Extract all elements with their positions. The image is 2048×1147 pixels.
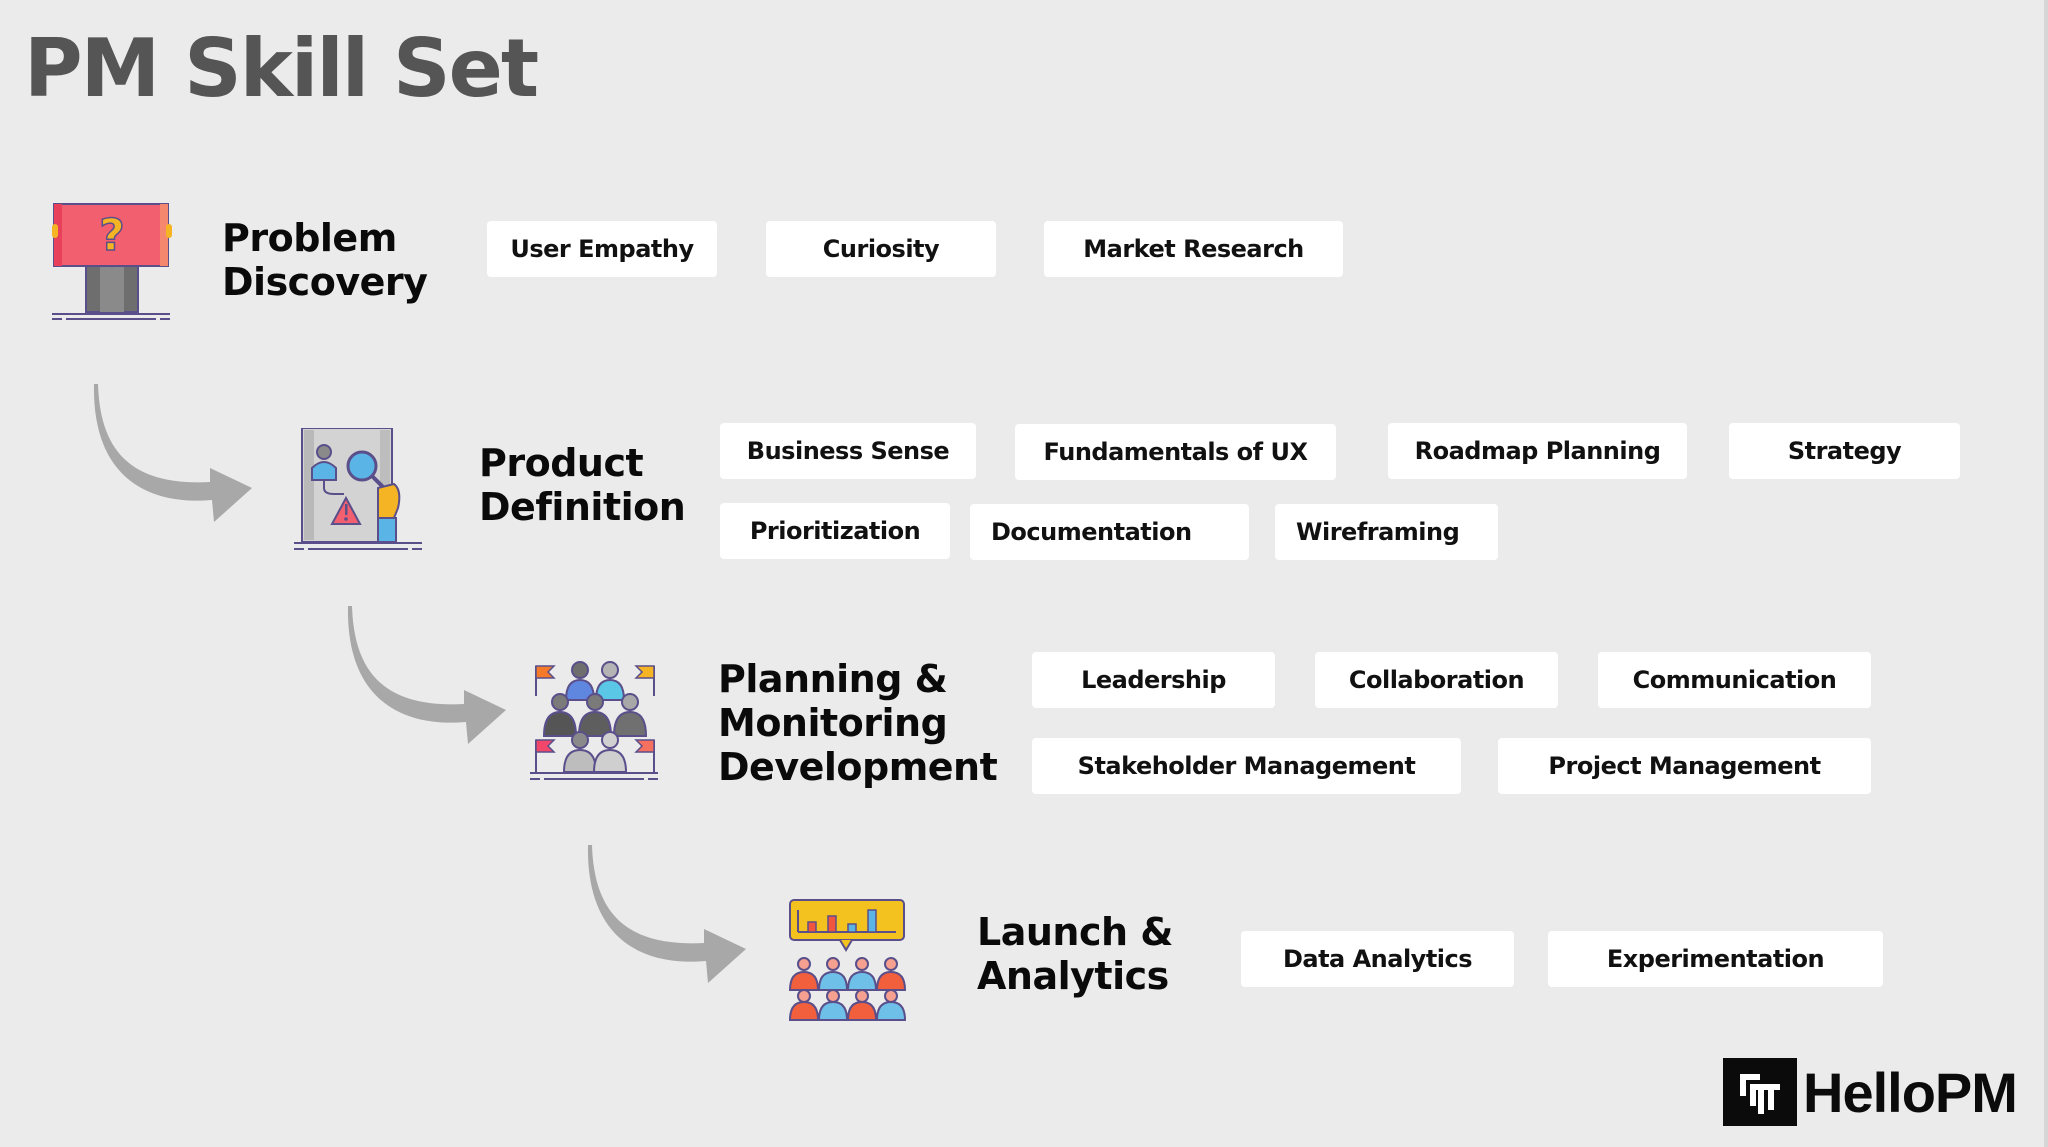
hellopm-logo-text: HelloPM [1803, 1060, 2018, 1124]
question-box-person-icon: ? [52, 203, 172, 320]
page-title: PM Skill Set [24, 22, 539, 115]
skill-chip: Collaboration [1315, 652, 1558, 708]
skill-chip: Prioritization [720, 503, 950, 559]
stage-label-line: Monitoring [718, 701, 948, 745]
stage-label-line: Development [718, 745, 998, 789]
flow-arrow-icon [587, 845, 746, 983]
stage-label-launch-analytics: Launch & Analytics [977, 910, 1173, 998]
skill-chip: Roadmap Planning [1388, 423, 1687, 479]
stage-label-line: Launch & [977, 910, 1173, 954]
skill-chip: Curiosity [766, 221, 996, 277]
hellopm-logo: HelloPM [1723, 1058, 2018, 1126]
stage-label-problem-discovery: Problem Discovery [222, 216, 428, 304]
skill-chip: Project Management [1498, 738, 1871, 794]
right-edge-divider [2044, 0, 2048, 1147]
skill-chip: Market Research [1044, 221, 1343, 277]
document-search-warning-icon [294, 428, 422, 550]
stage-label-product-definition: Product Definition [479, 441, 686, 529]
team-chart-presentation-icon [788, 899, 907, 1021]
skill-chip: Stakeholder Management [1032, 738, 1461, 794]
svg-text:?: ? [99, 210, 125, 261]
stage-label-line: Definition [479, 485, 686, 529]
team-flags-icon [530, 661, 658, 780]
flow-arrow-icon [93, 384, 252, 522]
skill-chip: Wireframing [1275, 504, 1498, 560]
stage-label-line: Discovery [222, 260, 428, 304]
flow-arrow-icon [347, 606, 506, 744]
skill-chip: Leadership [1032, 652, 1275, 708]
skill-chip: Experimentation [1548, 931, 1883, 987]
stage-label-line: Analytics [977, 954, 1169, 998]
stage-label-planning-monitoring-development: Planning & Monitoring Development [718, 657, 998, 789]
skill-chip: Data Analytics [1241, 931, 1514, 987]
skill-chip: Communication [1598, 652, 1871, 708]
skill-chip: Business Sense [720, 423, 976, 479]
stage-label-line: Problem [222, 216, 397, 260]
stage-label-line: Planning & [718, 657, 948, 701]
skill-chip: Strategy [1729, 423, 1960, 479]
skill-chip: Fundamentals of UX [1015, 424, 1336, 480]
skill-chip: User Empathy [487, 221, 717, 277]
stage-label-line: Product [479, 441, 644, 485]
hellopm-logo-mark-icon [1723, 1058, 1797, 1126]
skill-chip: Documentation [970, 504, 1249, 560]
